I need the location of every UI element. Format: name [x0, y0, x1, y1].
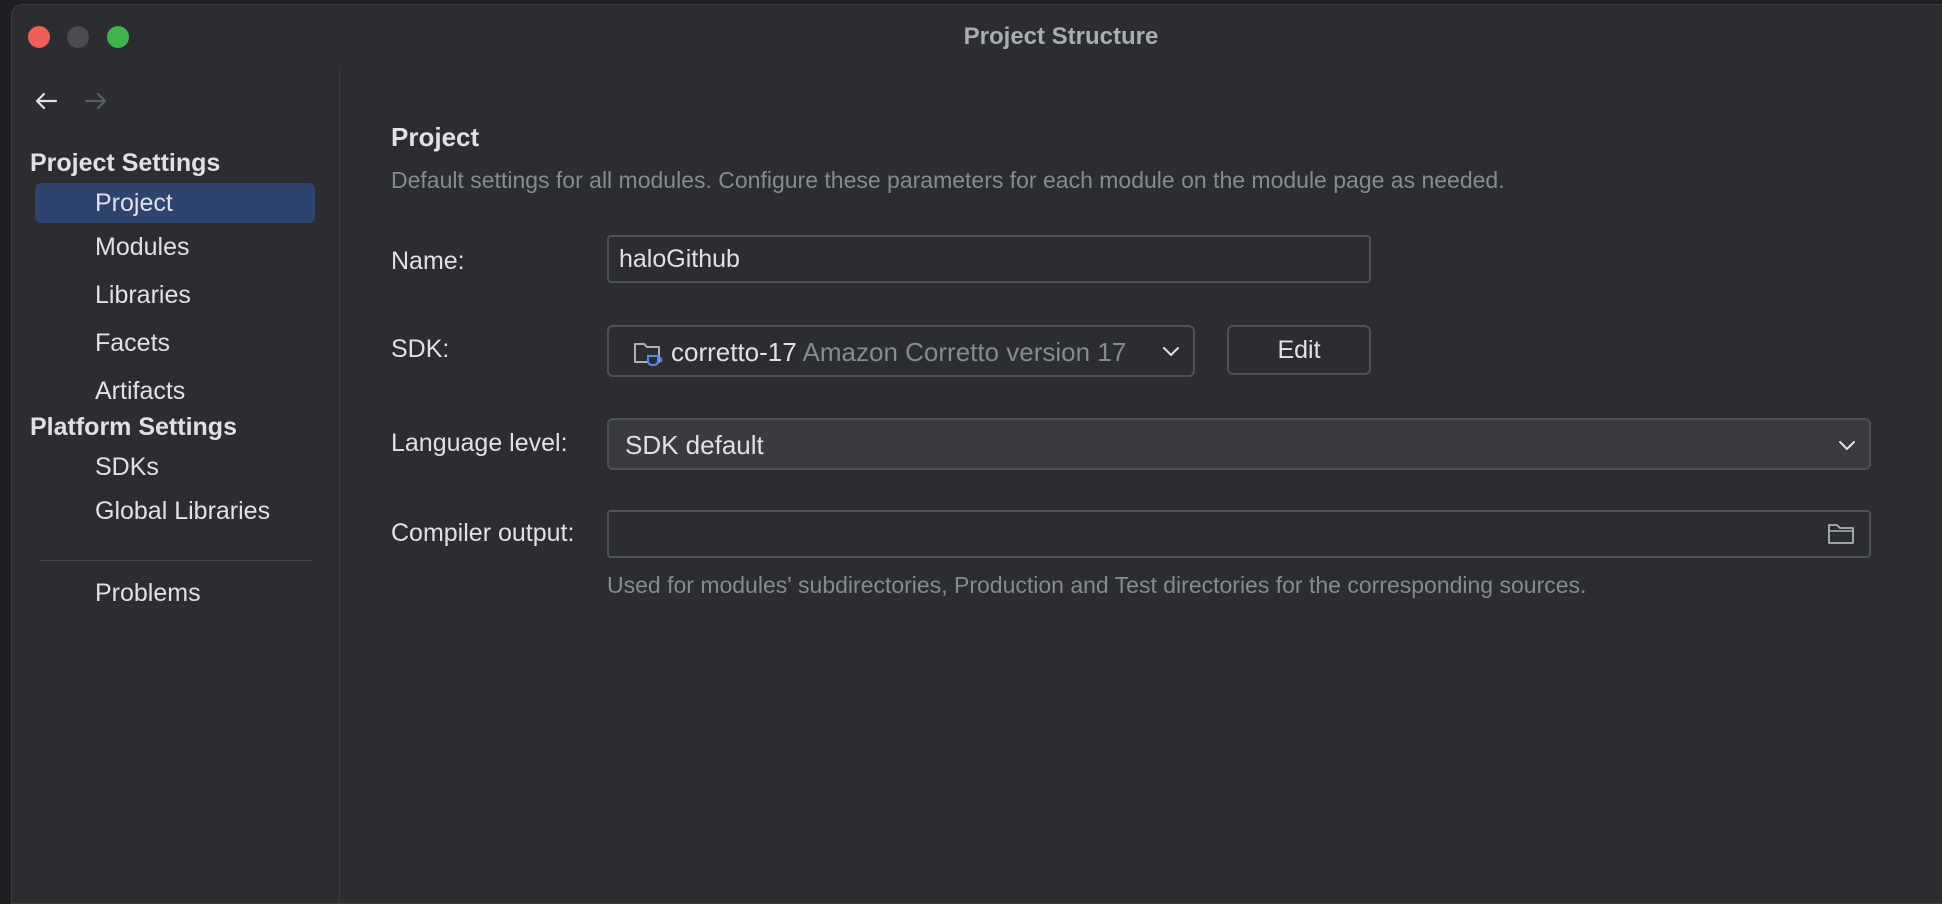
sidebar-item-label: Project: [95, 189, 173, 217]
project-settings-panel: Project Default settings for all modules…: [339, 67, 1942, 903]
sidebar-item-modules[interactable]: Modules: [35, 227, 315, 267]
page-description: Default settings for all modules. Config…: [391, 167, 1505, 193]
chevron-down-icon: [1163, 347, 1179, 356]
sdk-text-fade: [1127, 327, 1157, 375]
sidebar-item-libraries[interactable]: Libraries: [35, 275, 315, 315]
project-structure-dialog: Project Structure Project Settings Proje…: [11, 4, 1942, 904]
sidebar-item-problems[interactable]: Problems: [35, 573, 315, 613]
sdk-selected-value: corretto-17 Amazon Corretto version 17: [671, 337, 1126, 368]
name-label: Name:: [391, 247, 465, 275]
sidebar-item-label: SDKs: [95, 453, 159, 481]
sidebar-item-label: Modules: [95, 233, 190, 261]
language-level-label: Language level:: [391, 429, 568, 457]
sidebar-item-label: Artifacts: [95, 377, 186, 405]
sidebar-divider: [40, 560, 312, 561]
chevron-down-icon: [1839, 441, 1855, 450]
sidebar: Project Settings Project Modules Librari…: [12, 67, 340, 903]
language-level-value: SDK default: [625, 430, 764, 460]
language-level-dropdown[interactable]: SDK default: [607, 418, 1871, 470]
project-settings-heading: Project Settings: [30, 149, 221, 177]
title-bar: Project Structure: [12, 5, 1942, 67]
edit-sdk-button[interactable]: Edit: [1227, 325, 1371, 375]
sdk-description: Amazon Corretto version 17: [802, 337, 1127, 367]
name-input[interactable]: [609, 237, 1369, 281]
compiler-output-hint: Used for modules' subdirectories, Produc…: [607, 572, 1587, 598]
sidebar-item-label: Global Libraries: [95, 497, 271, 525]
sidebar-item-sdks[interactable]: SDKs: [35, 447, 315, 487]
page-title: Project: [391, 122, 480, 152]
sidebar-item-facets[interactable]: Facets: [35, 323, 315, 363]
sidebar-item-global-libraries[interactable]: Global Libraries: [35, 491, 315, 531]
back-arrow-icon[interactable]: [30, 85, 62, 117]
sdk-dropdown[interactable]: corretto-17 Amazon Corretto version 17: [607, 325, 1195, 377]
sidebar-item-label: Problems: [95, 579, 201, 607]
sdk-name: corretto-17: [671, 337, 797, 367]
sidebar-item-label: Libraries: [95, 281, 191, 309]
window-title: Project Structure: [963, 23, 1159, 50]
platform-settings-heading: Platform Settings: [30, 413, 237, 441]
folder-icon[interactable]: [1827, 522, 1855, 546]
sidebar-item-artifacts[interactable]: Artifacts: [35, 371, 315, 411]
sdk-label: SDK:: [391, 335, 450, 363]
sidebar-item-label: Facets: [95, 329, 171, 357]
forward-arrow-icon[interactable]: [80, 85, 112, 117]
compiler-output-label: Compiler output:: [391, 519, 575, 547]
sidebar-item-project[interactable]: Project: [35, 183, 315, 223]
compiler-output-field[interactable]: [607, 510, 1871, 558]
jdk-folder-icon: [634, 343, 663, 367]
name-field-box: [607, 235, 1371, 283]
